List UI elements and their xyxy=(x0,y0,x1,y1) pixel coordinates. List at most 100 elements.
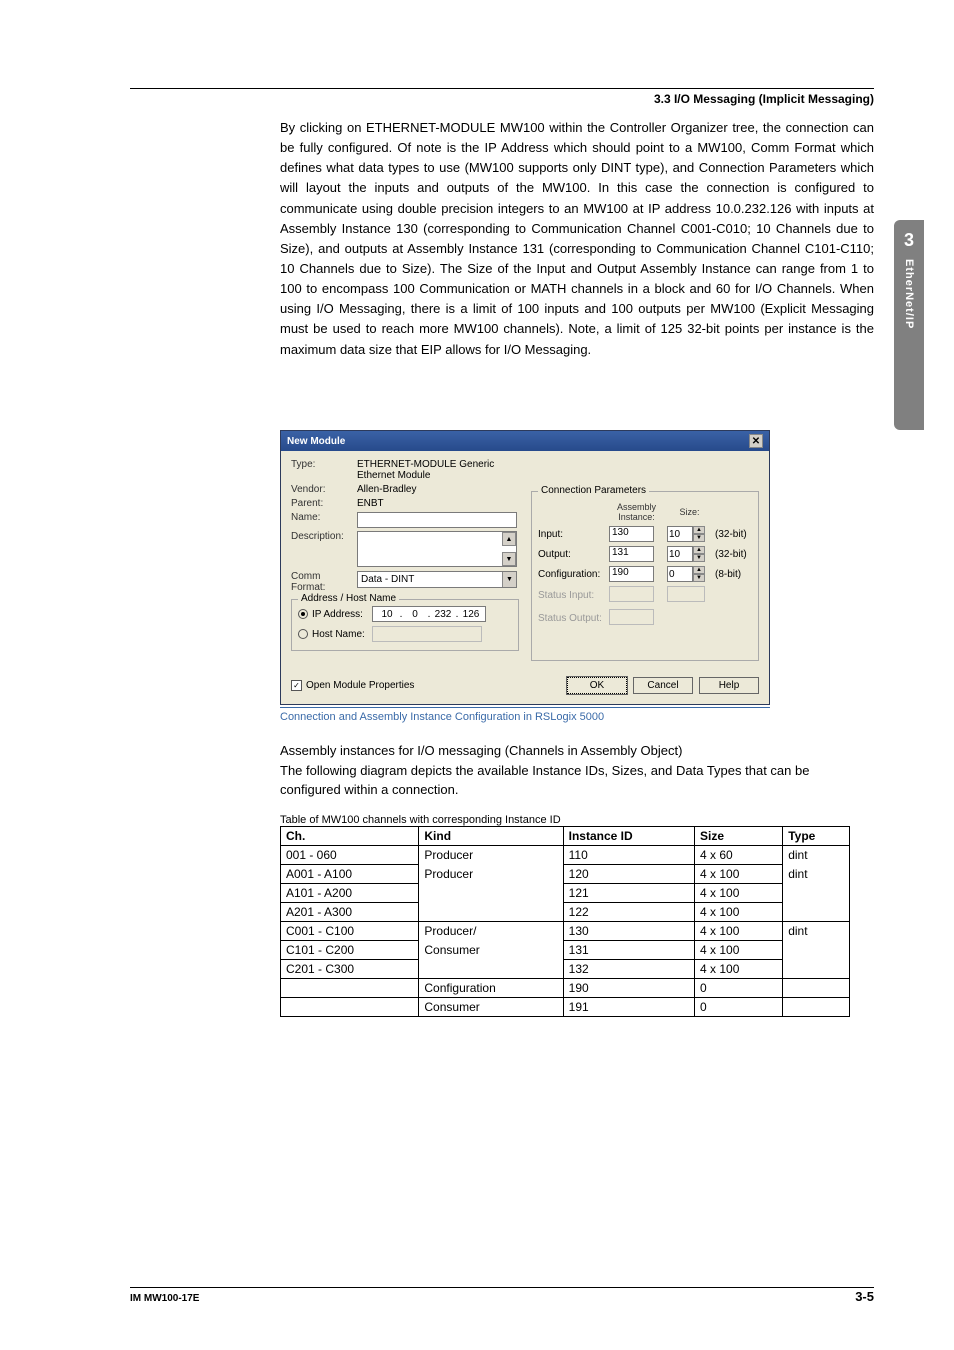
output-size-stepper[interactable]: 10 ▲▼ xyxy=(667,546,705,562)
checkbox-checked-icon: ✓ xyxy=(291,680,302,691)
table-row: C001 - C100Producer/1304 x 100dint xyxy=(281,921,850,940)
output-size-value: 10 xyxy=(669,549,680,560)
subsection: Assembly instances for I/O messaging (Ch… xyxy=(280,741,850,800)
radio-off-icon xyxy=(298,629,308,639)
table-cell: 190 xyxy=(563,978,694,997)
vendor-label: Vendor: xyxy=(291,484,357,495)
table-cell: 4 x 100 xyxy=(695,921,783,940)
table-cell: Producer xyxy=(419,864,563,883)
ip-address-label: IP Address: xyxy=(312,609,372,620)
table-header: Type xyxy=(783,826,850,845)
table-row: Configuration1900 xyxy=(281,978,850,997)
table-header: Instance ID xyxy=(563,826,694,845)
table-cell xyxy=(281,997,419,1016)
vendor-value: Allen-Bradley xyxy=(357,484,519,495)
connection-parameters-fieldset: Connection Parameters Assembly Instance:… xyxy=(531,491,759,661)
table-cell xyxy=(783,978,850,997)
host-name-input xyxy=(372,626,482,642)
input-instance-field[interactable]: 130 xyxy=(609,526,654,542)
output-instance-field[interactable]: 131 xyxy=(609,546,654,562)
scroll-up-icon[interactable]: ▲ xyxy=(502,532,516,546)
input-instance-value: 130 xyxy=(612,527,629,538)
name-input[interactable] xyxy=(357,512,517,528)
table-cell: 122 xyxy=(563,902,694,921)
spin-up-icon[interactable]: ▲ xyxy=(693,546,705,554)
chapter-title: EtherNet/IP xyxy=(903,259,915,329)
table-cell xyxy=(783,997,850,1016)
spin-down-icon[interactable]: ▼ xyxy=(693,574,705,582)
dialog-titlebar: New Module ✕ xyxy=(281,431,769,451)
table-cell xyxy=(419,883,563,902)
table-cell xyxy=(783,959,850,978)
spin-up-icon[interactable]: ▲ xyxy=(693,526,705,534)
table-row: A201 - A3001224 x 100 xyxy=(281,902,850,921)
output-instance-value: 131 xyxy=(612,547,629,558)
assembly-instance-header: Assembly Instance: xyxy=(609,502,664,522)
subheading: Assembly instances for I/O messaging (Ch… xyxy=(280,741,850,761)
status-output-instance xyxy=(609,609,654,625)
ip-octet-4: 126 xyxy=(460,609,482,620)
config-size-value: 0 xyxy=(669,569,675,580)
table-cell: 0 xyxy=(695,978,783,997)
figure-caption: Connection and Assembly Instance Configu… xyxy=(280,707,770,723)
table-cell xyxy=(419,959,563,978)
header-rule xyxy=(130,88,874,89)
close-icon[interactable]: ✕ xyxy=(749,434,763,448)
status-input-size xyxy=(667,586,705,602)
table-cell: Consumer xyxy=(419,940,563,959)
type-label: Type: xyxy=(291,459,357,481)
help-button[interactable]: Help xyxy=(699,677,759,694)
dialog-title-text: New Module xyxy=(287,436,345,447)
comm-format-select[interactable]: Data - DINT▼ xyxy=(357,571,517,588)
table-row: A001 - A100Producer1204 x 100dint xyxy=(281,864,850,883)
status-input-label: Status Input: xyxy=(538,590,606,601)
description-input[interactable]: ▲▼ xyxy=(357,531,517,567)
table-cell: 4 x 100 xyxy=(695,883,783,902)
table-caption: Table of MW100 channels with correspondi… xyxy=(280,814,850,826)
table-row: C201 - C3001324 x 100 xyxy=(281,959,850,978)
ok-button[interactable]: OK xyxy=(567,677,627,694)
ip-address-input[interactable]: 10. 0. 232. 126 xyxy=(372,606,486,622)
type-value: ETHERNET-MODULE Generic Ethernet Module xyxy=(357,459,519,481)
table-cell xyxy=(281,978,419,997)
table-cell xyxy=(783,883,850,902)
ip-octet-2: 0 xyxy=(404,609,426,620)
table-cell: 191 xyxy=(563,997,694,1016)
open-module-properties-checkbox[interactable]: ✓ Open Module Properties xyxy=(291,680,414,691)
address-host-legend: Address / Host Name xyxy=(298,593,399,604)
config-bits: (8-bit) xyxy=(715,569,751,580)
table-cell: C001 - C100 xyxy=(281,921,419,940)
status-input-instance xyxy=(609,586,654,602)
spin-down-icon[interactable]: ▼ xyxy=(693,554,705,562)
name-label: Name: xyxy=(291,512,357,528)
cancel-button[interactable]: Cancel xyxy=(633,677,693,694)
connection-parameters-legend: Connection Parameters xyxy=(538,485,649,496)
table-cell: dint xyxy=(783,921,850,940)
spin-down-icon[interactable]: ▼ xyxy=(693,534,705,542)
table-cell: 110 xyxy=(563,845,694,864)
config-size-stepper[interactable]: 0 ▲▼ xyxy=(667,566,705,582)
section-header: 3.3 I/O Messaging (Implicit Messaging) xyxy=(654,92,874,106)
footer-page-num: 3-5 xyxy=(855,1289,874,1304)
comm-format-label: Comm Format: xyxy=(291,571,357,593)
ip-address-radio[interactable]: IP Address: 10. 0. 232. 126 xyxy=(298,606,512,622)
config-instance-field[interactable]: 190 xyxy=(609,566,654,582)
table-cell: C101 - C200 xyxy=(281,940,419,959)
spin-up-icon[interactable]: ▲ xyxy=(693,566,705,574)
body-paragraph: By clicking on ETHERNET-MODULE MW100 wit… xyxy=(280,118,874,360)
host-name-radio[interactable]: Host Name: xyxy=(298,626,512,642)
new-module-dialog: New Module ✕ Type:ETHERNET-MODULE Generi… xyxy=(280,430,770,705)
scroll-down-icon[interactable]: ▼ xyxy=(502,552,516,566)
open-props-label: Open Module Properties xyxy=(306,680,414,691)
input-bits: (32-bit) xyxy=(715,529,751,540)
ip-octet-3: 232 xyxy=(432,609,454,620)
table-cell: 4 x 100 xyxy=(695,940,783,959)
table-cell xyxy=(419,902,563,921)
table-cell: 4 x 100 xyxy=(695,902,783,921)
table-row: A101 - A2001214 x 100 xyxy=(281,883,850,902)
address-host-fieldset: Address / Host Name IP Address: 10. 0. 2… xyxy=(291,599,519,651)
table-cell: 131 xyxy=(563,940,694,959)
chevron-down-icon[interactable]: ▼ xyxy=(502,572,516,587)
input-size-stepper[interactable]: 10▲▼ xyxy=(667,526,705,542)
table-cell: A001 - A100 xyxy=(281,864,419,883)
